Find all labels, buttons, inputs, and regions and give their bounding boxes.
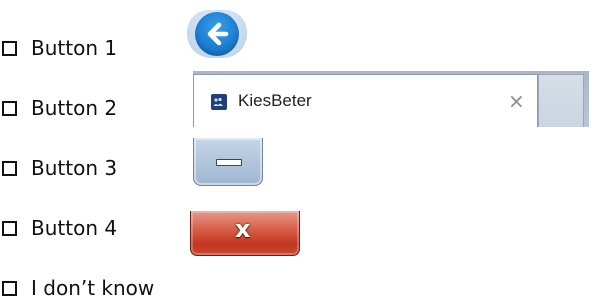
checkbox[interactable] xyxy=(2,160,17,176)
close-icon: x xyxy=(235,215,251,243)
new-tab-button[interactable] xyxy=(538,74,584,127)
tab-title: KiesBeter xyxy=(238,91,312,110)
tab-close-icon[interactable]: × xyxy=(508,90,525,112)
option-button-1[interactable]: Button 1 xyxy=(2,35,117,61)
minimize-icon xyxy=(216,159,242,166)
minimize-button[interactable] xyxy=(193,138,263,186)
checkbox[interactable] xyxy=(2,40,17,56)
option-button-2[interactable]: Button 2 xyxy=(2,95,117,121)
option-button-3[interactable]: Button 3 xyxy=(2,155,117,181)
option-label: Button 2 xyxy=(31,96,118,120)
option-label: Button 4 xyxy=(31,216,118,240)
kiesbeter-favicon-icon xyxy=(211,94,227,110)
option-label: I don’t know xyxy=(31,276,155,300)
option-label: Button 3 xyxy=(31,156,118,180)
back-button[interactable] xyxy=(187,10,247,58)
checkbox[interactable] xyxy=(2,100,17,116)
checkbox[interactable] xyxy=(2,220,17,236)
checkbox[interactable] xyxy=(2,280,17,296)
back-arrow-icon xyxy=(195,12,239,56)
option-button-4[interactable]: Button 4 xyxy=(2,215,117,241)
option-label: Button 1 xyxy=(31,36,118,60)
close-button[interactable]: x xyxy=(190,211,300,256)
option-dont-know[interactable]: I don’t know xyxy=(2,275,154,301)
